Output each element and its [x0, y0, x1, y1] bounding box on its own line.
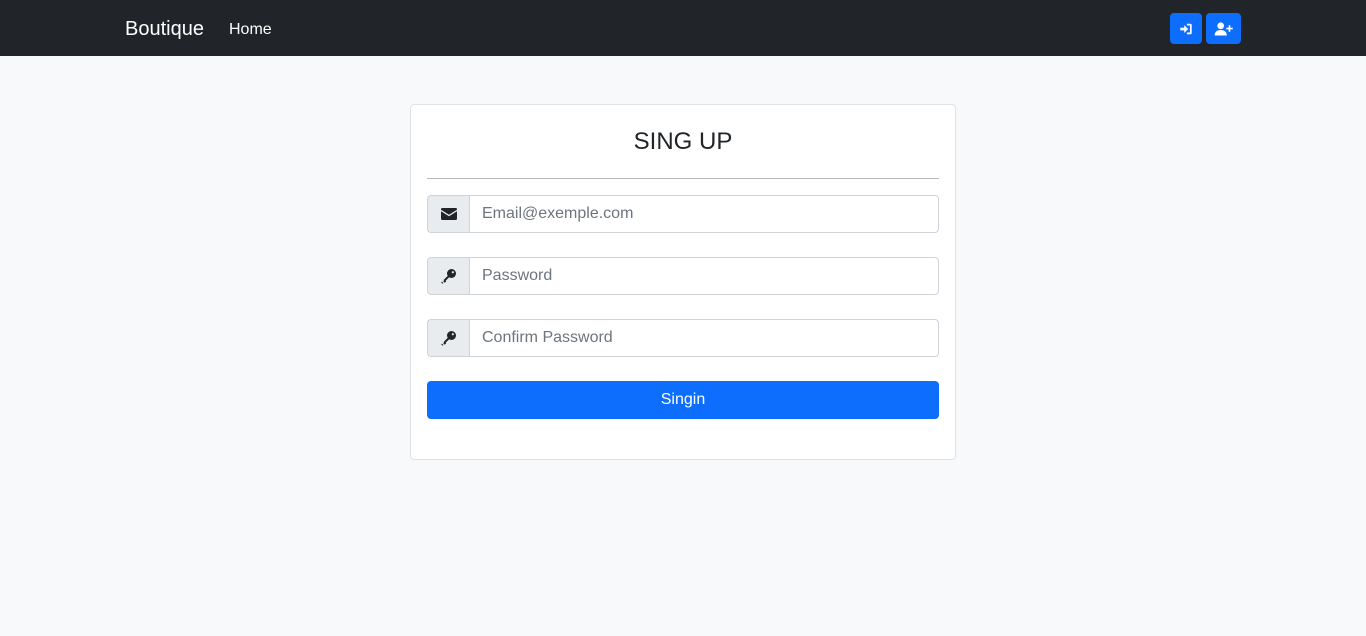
email-group	[427, 195, 939, 233]
confirm-password-field[interactable]	[469, 319, 939, 357]
form-title: SING UP	[633, 128, 733, 155]
nav-link-home[interactable]: Home	[229, 20, 272, 39]
title-divider	[427, 178, 939, 179]
confirm-password-addon	[427, 319, 469, 357]
password-group	[427, 257, 939, 295]
register-button[interactable]	[1206, 13, 1241, 44]
user-plus-icon	[1214, 21, 1233, 36]
email-addon	[427, 195, 469, 233]
email-field[interactable]	[469, 195, 939, 233]
login-button[interactable]	[1170, 13, 1202, 44]
brand-link[interactable]: Boutique	[125, 17, 204, 41]
envelope-icon	[440, 208, 457, 220]
key-icon	[440, 330, 457, 346]
login-icon	[1179, 22, 1193, 36]
signup-card: SING UP Email@exemple.com Singin	[410, 104, 956, 460]
navbar: Boutique Home	[0, 0, 1366, 56]
key-icon	[440, 268, 457, 284]
confirm-password-group	[427, 319, 939, 357]
password-field[interactable]	[469, 257, 939, 295]
submit-button[interactable]: Singin	[427, 381, 939, 419]
password-addon	[427, 257, 469, 295]
